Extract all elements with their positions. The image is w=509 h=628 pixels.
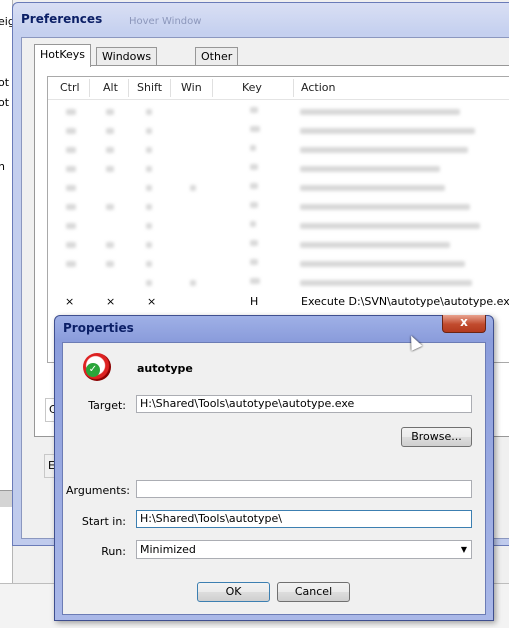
run-selected-value: Minimized (140, 543, 196, 556)
table-row[interactable] (48, 273, 509, 292)
list-header: Ctrl Alt Shift Win Key Action (48, 77, 509, 100)
ghost-window-title: Hover Window (129, 16, 202, 27)
column-alt[interactable]: Alt (103, 81, 118, 94)
tab-other[interactable]: Other (195, 47, 239, 66)
column-divider (170, 79, 171, 97)
table-row[interactable] (48, 140, 509, 159)
table-row[interactable] (48, 197, 509, 216)
tab-hotkeys[interactable]: HotKeys (34, 44, 91, 67)
app-name: autotype (137, 362, 193, 375)
chevron-down-icon: ▼ (460, 545, 467, 554)
target-label: Target: (88, 399, 126, 412)
table-row[interactable] (48, 235, 509, 254)
table-row[interactable] (48, 178, 509, 197)
background-text: ot (0, 96, 10, 109)
column-ctrl[interactable]: Ctrl (60, 81, 80, 94)
column-divider (293, 79, 294, 97)
close-button[interactable]: x (442, 315, 486, 333)
browse-button[interactable]: Browse... (401, 427, 472, 447)
table-row[interactable] (48, 102, 509, 121)
background-text: n (0, 160, 5, 173)
table-row[interactable] (48, 216, 509, 235)
column-divider (212, 79, 213, 97)
row-alt: × (106, 295, 116, 308)
check-icon: ✓ (86, 363, 100, 377)
run-select[interactable]: Minimized ▼ (136, 540, 472, 559)
tab-windows-hotkeys[interactable]: Windows HotKeys (96, 47, 158, 80)
start-in-field[interactable] (136, 510, 472, 528)
arguments-field[interactable] (136, 480, 472, 498)
background-text: ot (0, 76, 10, 89)
table-row[interactable] (48, 159, 509, 178)
column-shift[interactable]: Shift (137, 81, 162, 94)
column-key[interactable]: Key (242, 81, 262, 94)
target-field[interactable] (136, 395, 472, 413)
row-key: H (250, 295, 259, 308)
preferences-title: Preferences (21, 12, 103, 26)
column-action[interactable]: Action (301, 81, 335, 94)
table-row[interactable] (48, 121, 509, 140)
column-divider (128, 79, 129, 97)
run-label: Run: (101, 545, 126, 558)
table-row[interactable]: × × × H Execute D:\SVN\autotype\autotype… (48, 293, 509, 312)
row-action: Execute D:\SVN\autotype\autotype.exe (301, 295, 509, 308)
properties-client-area: ✓ autotype Target: Browse... Arguments: … (62, 342, 486, 615)
ok-button[interactable]: OK (197, 582, 270, 602)
properties-dialog: Properties x ✓ autotype Target: Browse..… (54, 315, 494, 621)
autotype-app-icon: ✓ (83, 353, 111, 381)
start-in-label: Start in: (81, 515, 126, 528)
row-shift: × (147, 295, 157, 308)
column-divider (89, 79, 90, 97)
column-win[interactable]: Win (181, 81, 202, 94)
cancel-button[interactable]: Cancel (277, 582, 350, 602)
table-row[interactable] (48, 254, 509, 273)
row-ctrl: × (65, 295, 75, 308)
arguments-label: Arguments: (66, 484, 131, 497)
properties-title: Properties (63, 321, 134, 335)
